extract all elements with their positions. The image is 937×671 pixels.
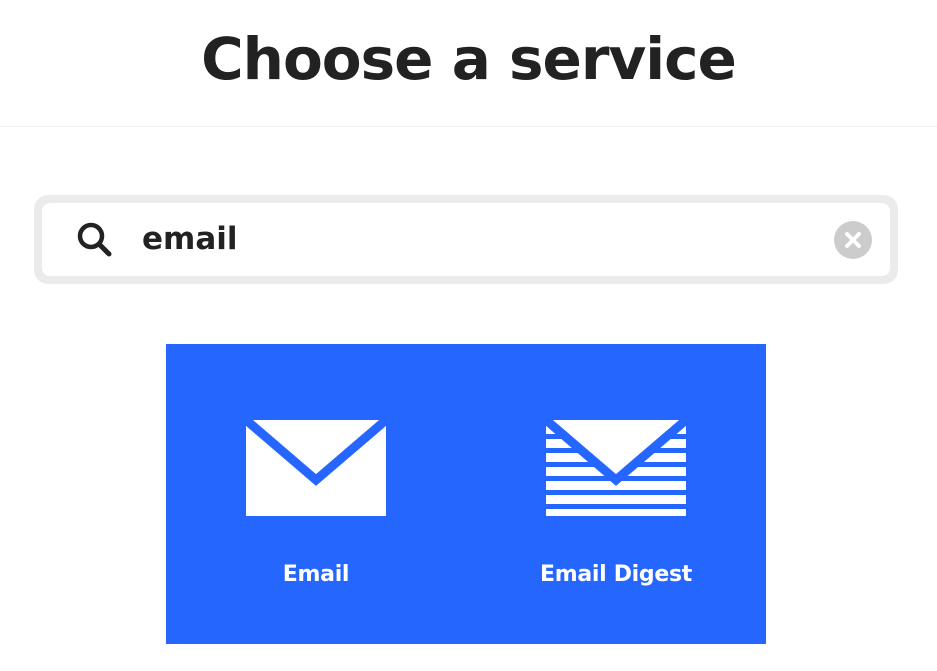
service-tile-email[interactable]: Email <box>166 344 466 644</box>
clear-search-icon[interactable] <box>834 221 872 259</box>
page-title: Choose a service <box>201 25 737 93</box>
envelope-digest-icon <box>546 420 686 516</box>
service-label-email-digest: Email Digest <box>539 562 693 587</box>
service-results-grid: Email Email Digest <box>166 344 766 644</box>
search-bar <box>34 195 898 284</box>
page-header: Choose a service <box>0 0 937 127</box>
search-box <box>42 203 890 276</box>
envelope-icon <box>246 420 386 516</box>
search-input[interactable] <box>142 215 822 263</box>
service-label-email: Email <box>282 562 350 587</box>
service-tile-email-digest[interactable]: Email Digest <box>466 344 766 644</box>
search-icon <box>77 222 112 257</box>
